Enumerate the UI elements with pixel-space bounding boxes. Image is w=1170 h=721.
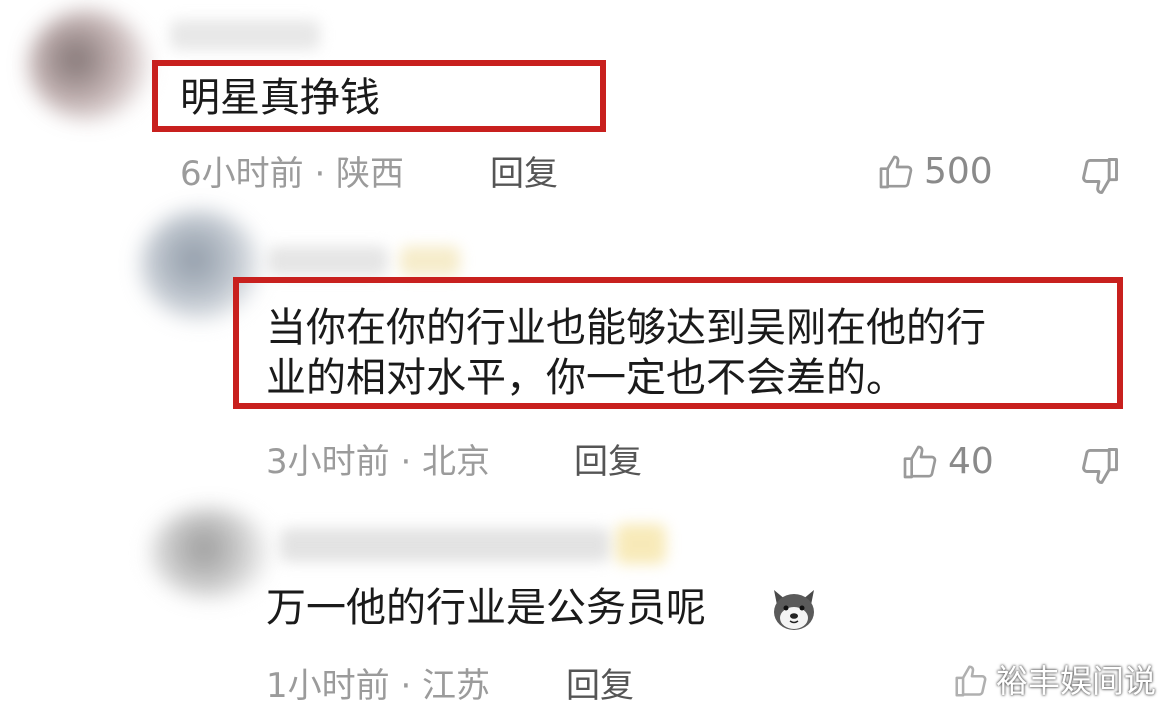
reply-button[interactable]: 回复 (566, 666, 634, 706)
like-count: 500 (924, 151, 993, 192)
comment-time-location: 1小时前 · 江苏 (266, 666, 491, 706)
comment-thread: 明星真挣钱 6小时前 · 陕西 回复 500 当你在你的行业也能够达到吴刚在他的… (0, 0, 1170, 721)
thumbs-up-icon (903, 445, 937, 479)
like-button[interactable]: 40 (900, 442, 994, 482)
comment-text: 明星真挣钱 (180, 75, 380, 121)
comment-text-line2: 业的相对水平，你一定也不会差的。 (266, 355, 906, 398)
username[interactable] (170, 20, 320, 50)
user-badge (400, 246, 460, 276)
dog-face-emoji (774, 590, 814, 630)
comment-text-clip: 业的相对水平，你一定也不会差的。 (266, 352, 1106, 398)
comment-text: 万一他的行业是公务员呢 (266, 585, 706, 631)
reply-button[interactable]: 回复 (574, 442, 642, 482)
reply-button[interactable]: 回复 (490, 154, 558, 194)
thumbs-up-icon (955, 665, 987, 697)
like-count: 40 (948, 441, 994, 482)
user-badge (616, 524, 666, 564)
username[interactable] (268, 246, 388, 276)
comment-time-location: 6小时前 · 陕西 (180, 154, 405, 194)
thumbs-down-icon[interactable] (1078, 444, 1122, 488)
thumbs-up-icon (879, 155, 913, 189)
like-button[interactable]: 500 (876, 152, 993, 192)
watermark-text: 裕丰娱间说 (995, 662, 1156, 700)
thumbs-down-icon[interactable] (1078, 154, 1122, 198)
comment-time-location: 3小时前 · 北京 (266, 442, 491, 482)
avatar[interactable] (28, 10, 148, 120)
comment-text-line1: 当你在你的行业也能够达到吴刚在他的行 (266, 305, 986, 351)
watermark: 裕丰娱间说 (952, 661, 1156, 701)
username[interactable] (280, 528, 610, 562)
avatar[interactable] (150, 508, 270, 598)
